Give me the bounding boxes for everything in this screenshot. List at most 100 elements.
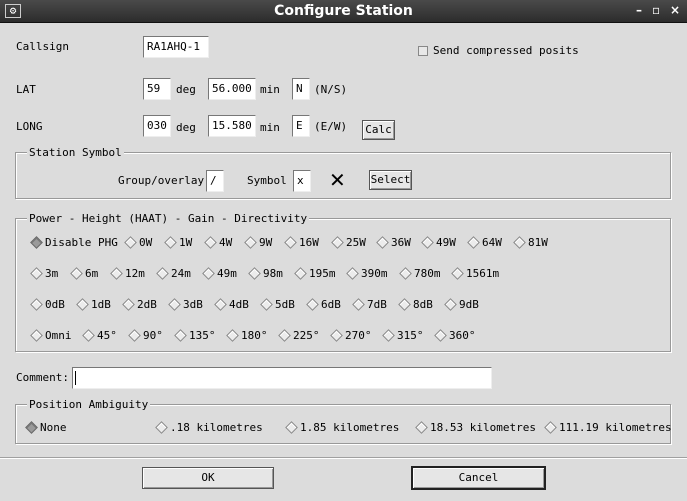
radio-indicator xyxy=(25,421,38,434)
phg-height-radio[interactable]: 49m xyxy=(202,267,237,280)
phg-height-radio[interactable]: 1561m xyxy=(451,267,499,280)
phg-power-radio[interactable]: 0W xyxy=(124,236,152,249)
radio-label: 98m xyxy=(263,267,283,280)
radio-indicator xyxy=(415,421,428,434)
lat-min-input[interactable]: 56.000 xyxy=(208,78,256,100)
radio-indicator xyxy=(110,267,123,280)
radio-indicator xyxy=(260,298,273,311)
ambiguity-radio[interactable]: 18.53 kilometres xyxy=(415,421,536,434)
radio-label: 390m xyxy=(361,267,388,280)
ok-button[interactable]: OK xyxy=(142,467,274,489)
button-separator xyxy=(0,457,687,459)
radio-label: 90° xyxy=(143,329,163,342)
phg-power-disable-radio[interactable]: Disable PHG xyxy=(30,236,118,249)
phg-power-radio[interactable]: 9W xyxy=(244,236,272,249)
phg-direction-radio[interactable]: Omni xyxy=(30,329,72,342)
minimize-button[interactable]: – xyxy=(636,3,642,17)
phg-gain-radio[interactable]: 0dB xyxy=(30,298,65,311)
phg-direction-radio[interactable]: 225° xyxy=(278,329,320,342)
radio-indicator xyxy=(122,298,135,311)
radio-indicator xyxy=(204,236,217,249)
cancel-button[interactable]: Cancel xyxy=(411,466,546,490)
phg-power-radio[interactable]: 16W xyxy=(284,236,319,249)
phg-height-radio[interactable]: 195m xyxy=(294,267,336,280)
calc-button[interactable]: Calc xyxy=(362,120,395,140)
radio-indicator xyxy=(226,329,239,342)
phg-height-radio[interactable]: 98m xyxy=(248,267,283,280)
phg-gain-radio[interactable]: 2dB xyxy=(122,298,157,311)
radio-label: 64W xyxy=(482,236,502,249)
radio-indicator xyxy=(76,298,89,311)
lat-deg-input[interactable]: 59 xyxy=(143,78,171,100)
phg-gain-radio[interactable]: 9dB xyxy=(444,298,479,311)
radio-label: 0dB xyxy=(45,298,65,311)
phg-height-radio[interactable]: 3m xyxy=(30,267,58,280)
radio-label: 18.53 kilometres xyxy=(430,421,536,434)
ambiguity-radio[interactable]: 1.85 kilometres xyxy=(285,421,399,434)
phg-power-radio[interactable]: 4W xyxy=(204,236,232,249)
ambiguity-radio[interactable]: 111.19 kilometres xyxy=(544,421,672,434)
phg-gain-radio[interactable]: 3dB xyxy=(168,298,203,311)
radio-indicator xyxy=(421,236,434,249)
phg-direction-radio[interactable]: 315° xyxy=(382,329,424,342)
phg-height-radio[interactable]: 12m xyxy=(110,267,145,280)
phg-direction-radio[interactable]: 45° xyxy=(82,329,117,342)
radio-indicator xyxy=(346,267,359,280)
radio-indicator xyxy=(168,298,181,311)
phg-gain-radio[interactable]: 4dB xyxy=(214,298,249,311)
maximize-button[interactable]: ▫ xyxy=(652,3,660,17)
phg-power-radio[interactable]: 1W xyxy=(164,236,193,249)
compressed-posits-checkbox[interactable]: Send compressed posits xyxy=(418,44,579,57)
radio-indicator xyxy=(30,329,43,342)
phg-power-radio[interactable]: 81W xyxy=(513,236,548,249)
phg-height-radio[interactable]: 390m xyxy=(346,267,388,280)
phg-power-radio[interactable]: 36W xyxy=(376,236,411,249)
long-min-input[interactable]: 15.580 xyxy=(208,115,256,137)
ambiguity-radio[interactable]: .18 kilometres xyxy=(155,421,263,434)
phg-power-radio[interactable]: 25W xyxy=(331,236,366,249)
phg-height-radio[interactable]: 24m xyxy=(156,267,191,280)
callsign-input[interactable]: RA1AHQ-1 xyxy=(143,36,209,58)
phg-gain-radio[interactable]: 5dB xyxy=(260,298,295,311)
long-deg-input[interactable]: 030 xyxy=(143,115,171,137)
phg-direction-radio[interactable]: 360° xyxy=(434,329,476,342)
ambiguity-none-radio[interactable]: None xyxy=(25,421,67,434)
radio-indicator xyxy=(294,267,307,280)
radio-label: 135° xyxy=(189,329,216,342)
radio-indicator xyxy=(544,421,557,434)
phg-direction-radio[interactable]: 180° xyxy=(226,329,268,342)
phg-height-radio[interactable]: 780m xyxy=(399,267,441,280)
radio-indicator xyxy=(444,298,457,311)
comment-input[interactable] xyxy=(72,367,492,389)
lat-hemisphere-input[interactable]: N xyxy=(292,78,310,100)
long-hemisphere-input[interactable]: E xyxy=(292,115,310,137)
radio-indicator xyxy=(330,329,343,342)
phg-gain-radio[interactable]: 6dB xyxy=(306,298,341,311)
select-symbol-button[interactable]: Select xyxy=(369,170,412,190)
station-symbol-title: Station Symbol xyxy=(27,146,124,159)
phg-power-radio[interactable]: 49W xyxy=(421,236,456,249)
phg-gain-radio[interactable]: 7dB xyxy=(352,298,387,311)
radio-label: 49W xyxy=(436,236,456,249)
radio-label: 1W xyxy=(179,236,193,249)
radio-indicator xyxy=(30,267,43,280)
phg-power-radio[interactable]: 64W xyxy=(467,236,502,249)
radio-indicator xyxy=(467,236,480,249)
checkbox-box[interactable] xyxy=(418,46,428,56)
radio-label: 4dB xyxy=(229,298,249,311)
phg-height-radio[interactable]: 6m xyxy=(70,267,98,280)
radio-indicator xyxy=(376,236,389,249)
phg-direction-radio[interactable]: 270° xyxy=(330,329,372,342)
radio-label: 270° xyxy=(345,329,372,342)
radio-indicator xyxy=(434,329,447,342)
phg-direction-radio[interactable]: 90° xyxy=(128,329,163,342)
phg-gain-radio[interactable]: 1dB xyxy=(76,298,111,311)
radio-indicator xyxy=(124,236,137,249)
radio-label: 6dB xyxy=(321,298,341,311)
symbol-input[interactable]: x xyxy=(293,170,311,192)
phg-gain-radio[interactable]: 8dB xyxy=(398,298,433,311)
close-button[interactable]: × xyxy=(670,3,680,17)
phg-direction-radio[interactable]: 135° xyxy=(174,329,216,342)
group-overlay-input[interactable]: / xyxy=(206,170,224,192)
radio-label: 81W xyxy=(528,236,548,249)
